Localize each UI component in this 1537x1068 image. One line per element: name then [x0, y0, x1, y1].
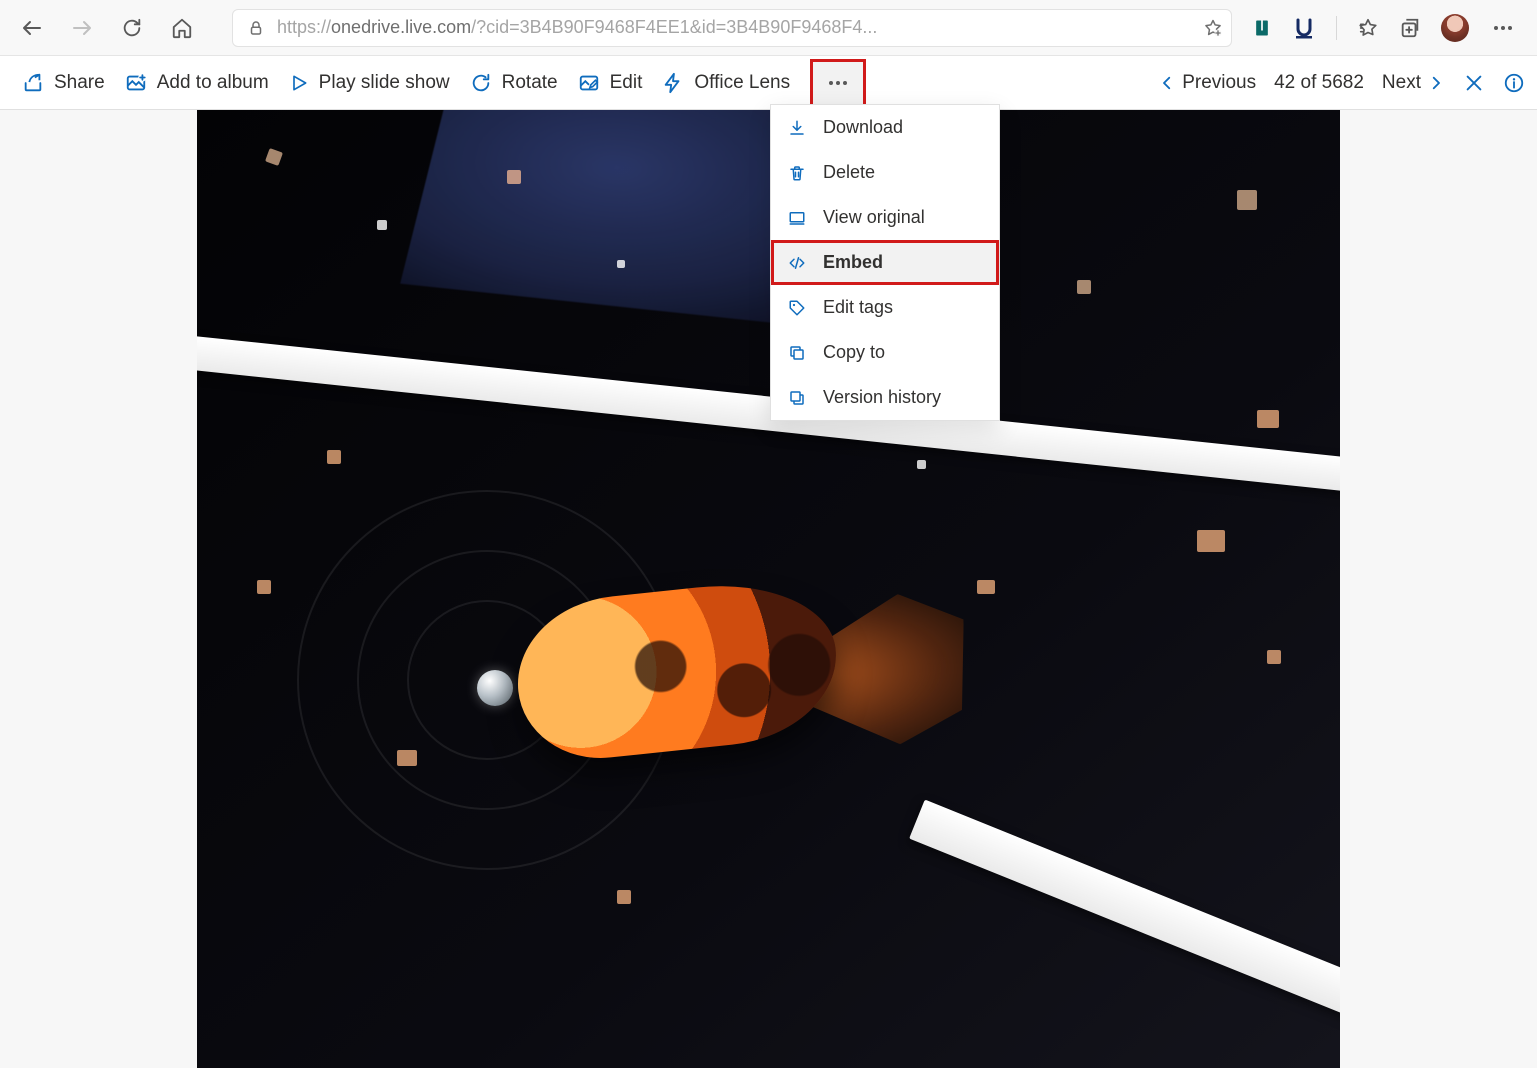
more-commands-menu: Download Delete View original Embed Edit…	[770, 104, 1000, 421]
edit-image-icon	[578, 72, 600, 94]
menu-view-original[interactable]: View original	[771, 195, 999, 240]
label: Next	[1382, 72, 1421, 94]
info-button[interactable]	[1503, 72, 1525, 94]
add-to-album-button[interactable]: Add to album	[125, 72, 269, 94]
browser-overflow-button[interactable]	[1489, 14, 1517, 42]
share-icon	[22, 72, 44, 94]
label: Share	[54, 72, 105, 94]
menu-version-history[interactable]: Version history	[771, 375, 999, 420]
photo-nav-cluster: Previous 42 of 5682 Next	[1158, 72, 1525, 94]
lock-icon	[247, 19, 265, 37]
browser-back-button[interactable]	[18, 14, 46, 42]
separator	[1336, 16, 1337, 40]
ellipsis-icon	[829, 81, 847, 85]
browser-address-bar[interactable]: https://onedrive.live.com/?cid=3B4B90F94…	[232, 9, 1232, 47]
office-lens-button[interactable]: Office Lens	[662, 72, 790, 94]
next-button[interactable]: Next	[1382, 72, 1445, 94]
embed-icon	[787, 254, 807, 272]
ellipsis-icon	[1494, 26, 1512, 30]
chevron-left-icon	[1158, 74, 1176, 92]
trash-icon	[788, 164, 806, 182]
menu-delete[interactable]: Delete	[771, 150, 999, 195]
info-icon	[1503, 72, 1525, 94]
label: Embed	[823, 252, 883, 273]
home-icon	[171, 17, 193, 39]
label: Copy to	[823, 342, 885, 363]
edit-button[interactable]: Edit	[578, 72, 643, 94]
history-icon	[788, 389, 806, 407]
chevron-right-icon	[1427, 74, 1445, 92]
label: Add to album	[157, 72, 269, 94]
arrow-right-icon	[70, 16, 94, 40]
label: Office Lens	[694, 72, 790, 94]
label: View original	[823, 207, 925, 228]
onedrive-command-bar: Share Add to album Play slide show Rotat…	[0, 56, 1537, 110]
favorites-icon[interactable]	[1357, 17, 1379, 39]
copy-icon	[788, 344, 806, 362]
label: Play slide show	[319, 72, 450, 94]
browser-nav-cluster	[18, 14, 196, 42]
rotate-button[interactable]: Rotate	[470, 72, 558, 94]
lens-icon	[662, 72, 684, 94]
label: Edit tags	[823, 297, 893, 318]
book-ext-icon[interactable]	[1252, 18, 1272, 38]
label: Download	[823, 117, 903, 138]
play-icon	[289, 73, 309, 93]
close-icon	[1463, 72, 1485, 94]
label: Rotate	[502, 72, 558, 94]
photo-image[interactable]	[197, 110, 1340, 1068]
screen-icon	[788, 209, 806, 227]
download-icon	[788, 119, 806, 137]
previous-button[interactable]: Previous	[1158, 72, 1256, 94]
browser-forward-button	[68, 14, 96, 42]
more-commands-button[interactable]	[810, 59, 866, 107]
browser-right-cluster	[1252, 14, 1517, 42]
arrow-left-icon	[20, 16, 44, 40]
browser-toolbar: https://onedrive.live.com/?cid=3B4B90F94…	[0, 0, 1537, 56]
menu-edit-tags[interactable]: Edit tags	[771, 285, 999, 330]
browser-home-button[interactable]	[168, 14, 196, 42]
refresh-icon	[121, 17, 143, 39]
close-button[interactable]	[1463, 72, 1485, 94]
menu-copy-to[interactable]: Copy to	[771, 330, 999, 375]
profile-avatar[interactable]	[1441, 14, 1469, 42]
share-button[interactable]: Share	[22, 72, 105, 94]
browser-refresh-button[interactable]	[118, 14, 146, 42]
play-slideshow-button[interactable]: Play slide show	[289, 72, 450, 94]
menu-download[interactable]: Download	[771, 105, 999, 150]
favorite-add-icon[interactable]	[1203, 18, 1223, 38]
collections-icon[interactable]	[1399, 17, 1421, 39]
photo-viewer	[0, 110, 1537, 1068]
label: Version history	[823, 387, 941, 408]
u-ext-icon[interactable]	[1292, 16, 1316, 40]
label: Previous	[1182, 72, 1256, 94]
album-add-icon	[125, 72, 147, 94]
label: Edit	[610, 72, 643, 94]
rotate-icon	[470, 72, 492, 94]
label: Delete	[823, 162, 875, 183]
tag-icon	[788, 299, 806, 317]
browser-url-text: https://onedrive.live.com/?cid=3B4B90F94…	[277, 17, 1191, 38]
menu-embed[interactable]: Embed	[771, 240, 999, 285]
photo-counter: 42 of 5682	[1274, 72, 1364, 94]
